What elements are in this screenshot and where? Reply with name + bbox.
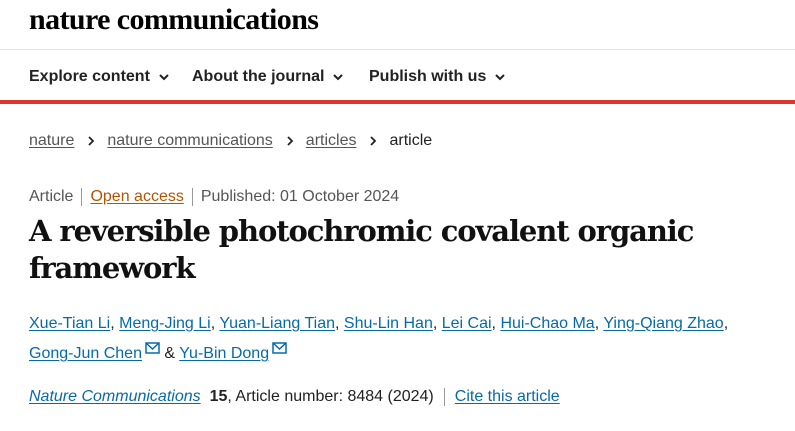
meta-divider xyxy=(81,188,83,206)
author-link[interactable]: Yu-Bin Dong xyxy=(179,345,269,362)
author-separator: , xyxy=(723,315,729,332)
breadcrumb-nature[interactable]: nature xyxy=(29,131,74,151)
chevron-right-icon xyxy=(370,136,377,146)
truncated-next-line xyxy=(29,424,89,431)
author-link[interactable]: Yuan-Liang Tian xyxy=(219,315,335,332)
author-separator: , xyxy=(335,315,344,332)
breadcrumb: nature nature communications articles ar… xyxy=(29,131,432,151)
site-logo[interactable]: nature communications xyxy=(29,1,319,39)
truncated-glyphs xyxy=(29,424,89,431)
author-link[interactable]: Lei Cai xyxy=(442,315,492,332)
citation-line: Nature Communications 15 , Article numbe… xyxy=(29,387,560,407)
author-link[interactable]: Ying-Qiang Zhao xyxy=(603,315,723,332)
main-nav: Explore content About the journal Publis… xyxy=(0,50,795,104)
published-date: Published: 01 October 2024 xyxy=(200,188,400,205)
author-link[interactable]: Gong-Jun Chen xyxy=(29,345,142,362)
mail-icon[interactable] xyxy=(272,342,287,354)
open-access-link[interactable]: Open access xyxy=(90,187,183,207)
journal-link[interactable]: Nature Communications xyxy=(29,387,201,407)
nav-about-the-journal[interactable]: About the journal xyxy=(192,67,344,87)
nav-explore-content[interactable]: Explore content xyxy=(29,67,170,87)
author-link[interactable]: Meng-Jing Li xyxy=(119,315,211,332)
nav-about-the-journal-label: About the journal xyxy=(192,68,325,85)
chevron-down-icon xyxy=(159,74,169,81)
author-link[interactable]: Shu-Lin Han xyxy=(344,315,433,332)
chevron-right-icon xyxy=(88,136,95,146)
article-number: , Article number: 8484 (2024) xyxy=(227,388,434,405)
nav-explore-content-label: Explore content xyxy=(29,68,150,85)
article-type: Article xyxy=(29,188,74,205)
breadcrumb-current: article xyxy=(389,132,433,149)
author-list: Xue-Tian Li, Meng-Jing Li, Yuan-Liang Ti… xyxy=(29,309,774,369)
chevron-down-icon xyxy=(495,74,506,81)
author-link[interactable]: Xue-Tian Li xyxy=(29,315,110,332)
cite-this-article-link[interactable]: Cite this article xyxy=(455,387,560,407)
article-meta: Article Open access Published: 01 Octobe… xyxy=(29,187,399,207)
author-link[interactable]: Hui-Chao Ma xyxy=(500,315,594,332)
chevron-right-icon xyxy=(287,136,294,146)
nav-publish-with-us-label: Publish with us xyxy=(369,68,487,85)
author-separator: , xyxy=(432,315,442,332)
breadcrumb-articles[interactable]: articles xyxy=(306,131,357,151)
author-separator: , xyxy=(110,315,120,332)
article-title: A reversible photochromic covalent organ… xyxy=(29,214,694,285)
meta-divider xyxy=(191,188,193,206)
citation-divider xyxy=(443,388,445,406)
mail-icon[interactable] xyxy=(145,342,160,354)
chevron-down-icon xyxy=(333,74,344,81)
author-conjunction: & xyxy=(159,345,180,362)
site-header: nature communications xyxy=(0,0,795,50)
volume-number: 15 xyxy=(209,388,228,405)
breadcrumb-nature-communications[interactable]: nature communications xyxy=(107,131,272,151)
nav-publish-with-us[interactable]: Publish with us xyxy=(369,67,506,87)
